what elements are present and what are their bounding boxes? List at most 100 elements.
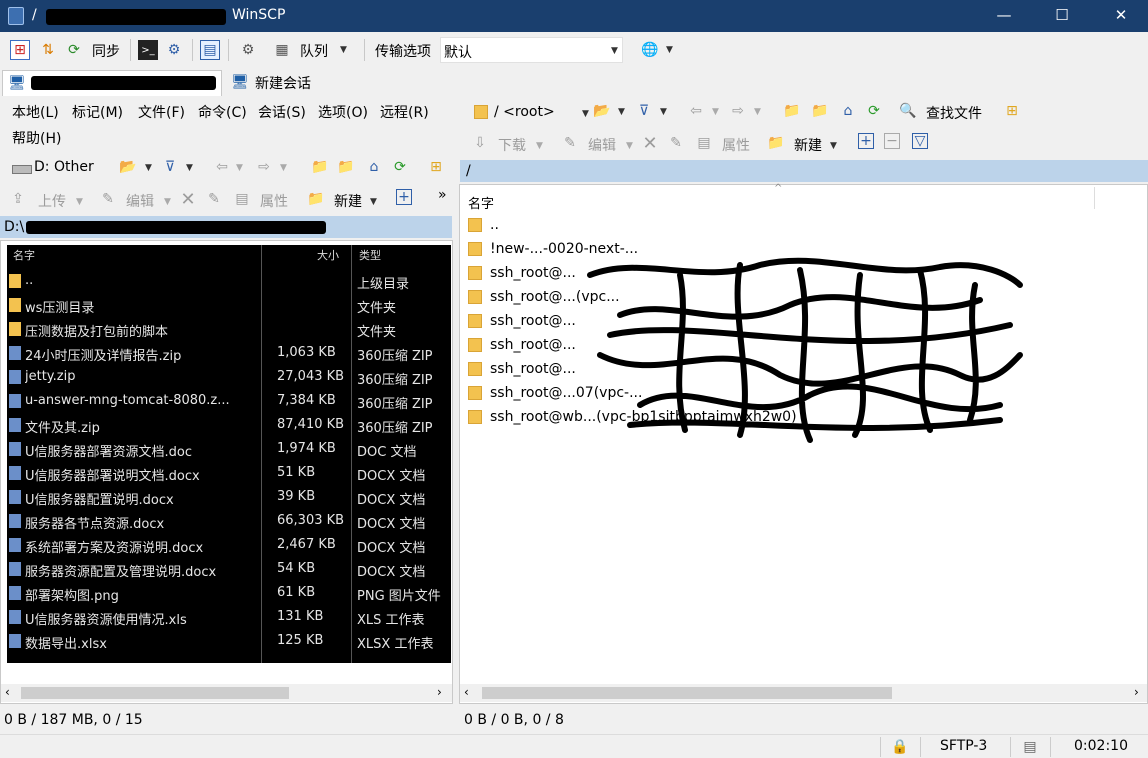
table-row[interactable]: U信服务器配置说明.docx 39 KB DOCX 文档 [7,485,451,509]
chevron-down-icon[interactable]: ▼ [611,46,618,56]
table-row[interactable]: ws压测目录 文件夹 [7,293,451,317]
table-row[interactable]: jetty.zip 27,043 KB 360压缩 ZIP [7,365,451,389]
scrollbar-thumb[interactable] [21,687,289,699]
scroll-left-icon[interactable]: ‹ [5,685,10,699]
chevron-down-icon[interactable]: ▼ [164,197,171,207]
properties-button[interactable]: 属性 [260,191,288,211]
scroll-left-icon[interactable]: ‹ [464,685,469,699]
menu-options[interactable]: 选项(O) [318,102,368,122]
edit-button[interactable]: 编辑 [588,135,616,155]
chevron-down-icon[interactable]: ▼ [236,163,243,173]
drive-select[interactable]: D: Other [6,156,106,180]
table-row[interactable]: U信服务器资源使用情况.xls 131 KB XLS 工作表 [7,605,451,629]
tree-icon[interactable]: ⊞ [426,157,446,177]
more-tools-icon[interactable]: » [438,187,447,203]
table-row[interactable]: 服务器资源配置及管理说明.docx 54 KB DOCX 文档 [7,557,451,581]
table-row[interactable]: u-answer-mng-tomcat-8080.z... 7,384 KB 360… [7,389,451,413]
table-row[interactable]: .. 上级目录 [7,269,451,293]
menu-mark[interactable]: 标记(M) [72,102,123,122]
right-horizontal-scrollbar[interactable]: ‹ › [460,684,1147,702]
sync-browse-icon[interactable]: ⇅ [38,40,58,60]
select-all-icon[interactable]: + [396,189,412,205]
chevron-down-icon[interactable]: ▼ [370,197,377,207]
queue-icon[interactable]: ▦ [272,40,292,60]
session-tree-icon[interactable]: ▤ [200,40,220,60]
refresh-icon[interactable]: ⟳ [390,157,410,177]
download-button[interactable]: 下载 [498,135,526,155]
compare-dirs-icon[interactable]: ⊞ [10,40,30,60]
chevron-down-icon[interactable]: ▼ [754,107,761,117]
globe-dropdown-icon[interactable]: ▼ [666,45,673,55]
table-row[interactable]: U信服务器部署说明文档.docx 51 KB DOCX 文档 [7,461,451,485]
table-row[interactable]: 服务器各节点资源.docx 66,303 KB DOCX 文档 [7,509,451,533]
rename-icon[interactable]: ✎ [204,189,224,209]
home-icon[interactable]: ⌂ [838,101,858,121]
scroll-right-icon[interactable]: › [437,685,442,699]
open-folder-icon[interactable]: 📂 [118,157,138,177]
new-folder-icon[interactable]: 📁 [766,133,786,153]
list-item[interactable]: ssh_root@... [468,309,576,333]
chevron-down-icon[interactable]: ▼ [280,163,287,173]
menu-local[interactable]: 本地(L) [12,102,59,122]
menu-help[interactable]: 帮助(H) [12,128,61,148]
table-row[interactable]: 系统部署方案及资源说明.docx 2,467 KB DOCX 文档 [7,533,451,557]
maximize-button[interactable]: ☐ [1039,0,1085,32]
remote-path-select[interactable]: / <root> ▼ [470,100,589,124]
parent-dir-icon[interactable]: 📁 [782,101,802,121]
menu-remote[interactable]: 远程(R) [380,102,429,122]
right-file-panel[interactable]: ^ 名字 .. !new-...-0020-next-... ssh_root@..… [459,183,1148,704]
session-tab-active[interactable]: 🖥 [2,70,222,96]
select-all-icon[interactable]: + [858,133,874,149]
back-icon[interactable]: ⇦ [212,157,232,177]
edit-icon[interactable]: ✎ [98,189,118,209]
parent-dir-icon[interactable]: 📁 [310,157,330,177]
delete-icon[interactable]: ✕ [178,189,198,210]
filter-icon[interactable]: ⊽ [160,157,180,177]
open-folder-icon[interactable]: 📂 [592,101,612,121]
col-header-type[interactable]: 类型 [359,247,381,263]
preferences-gear-icon[interactable]: ⚙ [238,40,258,60]
synchronize-icon[interactable]: ⟳ [64,40,84,60]
new-session-tab[interactable]: 新建会话 [255,73,311,93]
chevron-down-icon[interactable]: ▼ [618,107,625,117]
find-files-button[interactable]: 查找文件 [926,103,982,123]
left-file-panel[interactable]: 名字 大小 类型 .. 上级目录 ws压测目录 文件夹 压测数据及打包前的脚本 文件夹 24… [0,240,453,704]
menu-session[interactable]: 会话(S) [258,102,306,122]
scrollbar-thumb[interactable] [482,687,892,699]
putty-icon[interactable]: ⚙ [164,40,184,60]
edit-button[interactable]: 编辑 [126,191,154,211]
col-header-name[interactable]: 名字 [13,247,35,263]
unselect-all-icon[interactable]: − [884,133,900,149]
back-icon[interactable]: ⇦ [686,101,706,121]
table-row[interactable]: 数据导出.xlsx 125 KB XLSX 工作表 [7,629,451,653]
globe-icon[interactable]: 🌐 [640,40,660,60]
table-row[interactable]: U信服务器部署资源文档.doc 1,974 KB DOC 文档 [7,437,451,461]
delete-icon[interactable]: ✕ [640,133,660,154]
properties-button[interactable]: 属性 [722,135,750,155]
table-row[interactable]: 压测数据及打包前的脚本 文件夹 [7,317,451,341]
col-header-size[interactable]: 大小 [317,247,339,263]
root-dir-icon[interactable]: 📁 [336,157,356,177]
table-row[interactable]: 24小时压测及详情报告.zip 1,063 KB 360压缩 ZIP [7,341,451,365]
menu-files[interactable]: 文件(F) [138,102,185,122]
root-dir-icon[interactable]: 📁 [810,101,830,121]
new-folder-icon[interactable]: 📁 [306,189,326,209]
forward-icon[interactable]: ⇨ [254,157,274,177]
queue-button[interactable]: 队列 [300,41,328,61]
new-session-icon[interactable]: 🖥 [230,72,250,92]
new-button[interactable]: 新建 [794,135,822,155]
chevron-down-icon[interactable]: ▼ [626,141,633,151]
transfer-preset-select[interactable]: 默认 ▼ [440,37,623,63]
download-icon[interactable]: ⇩ [470,133,490,153]
refresh-icon[interactable]: ⟳ [864,101,884,121]
chevron-down-icon[interactable]: ▼ [76,197,83,207]
rename-icon[interactable]: ✎ [666,133,686,153]
list-item[interactable]: ssh_root@... [468,333,576,357]
chevron-down-icon[interactable]: ▼ [660,107,667,117]
find-files-icon[interactable]: 🔍 [898,101,918,121]
filter-icon[interactable]: ⊽ [634,101,654,121]
list-item[interactable]: ssh_root@... [468,357,576,381]
menu-commands[interactable]: 命令(C) [198,102,247,122]
chevron-down-icon[interactable]: ▼ [582,109,589,119]
list-item[interactable]: .. [468,213,499,237]
